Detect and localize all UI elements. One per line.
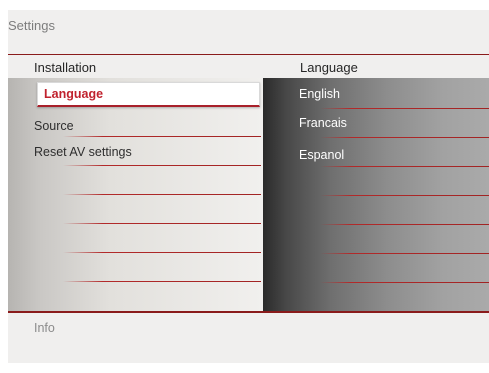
- menu-item-reset-av-settings[interactable]: Reset AV settings: [34, 145, 132, 159]
- menu-item-source[interactable]: Source: [34, 119, 74, 133]
- page-title: Settings: [8, 18, 55, 33]
- option-espanol[interactable]: Espanol: [299, 148, 344, 162]
- menu-item-language[interactable]: Language: [37, 82, 260, 107]
- header-divider: [8, 54, 489, 55]
- column-header-installation: Installation: [34, 60, 97, 75]
- menu-item-language-label: Language: [44, 87, 104, 101]
- option-english[interactable]: English: [299, 87, 340, 101]
- info-label: Info: [34, 321, 55, 335]
- option-francais[interactable]: Francais: [299, 116, 347, 130]
- band-bottom-divider: [8, 311, 489, 313]
- row-divider: [320, 195, 489, 196]
- row-divider: [63, 165, 261, 166]
- row-divider: [63, 281, 261, 282]
- row-divider: [320, 282, 489, 283]
- row-divider: [320, 253, 489, 254]
- column-header-language: Language: [300, 60, 358, 75]
- row-divider: [320, 224, 489, 225]
- row-divider: [63, 136, 261, 137]
- row-divider: [63, 194, 261, 195]
- menu-band: Language Source Reset AV settings Englis…: [8, 78, 489, 313]
- row-divider: [63, 252, 261, 253]
- row-divider: [63, 223, 261, 224]
- row-divider: [320, 108, 489, 109]
- row-divider: [320, 137, 489, 138]
- row-divider: [320, 166, 489, 167]
